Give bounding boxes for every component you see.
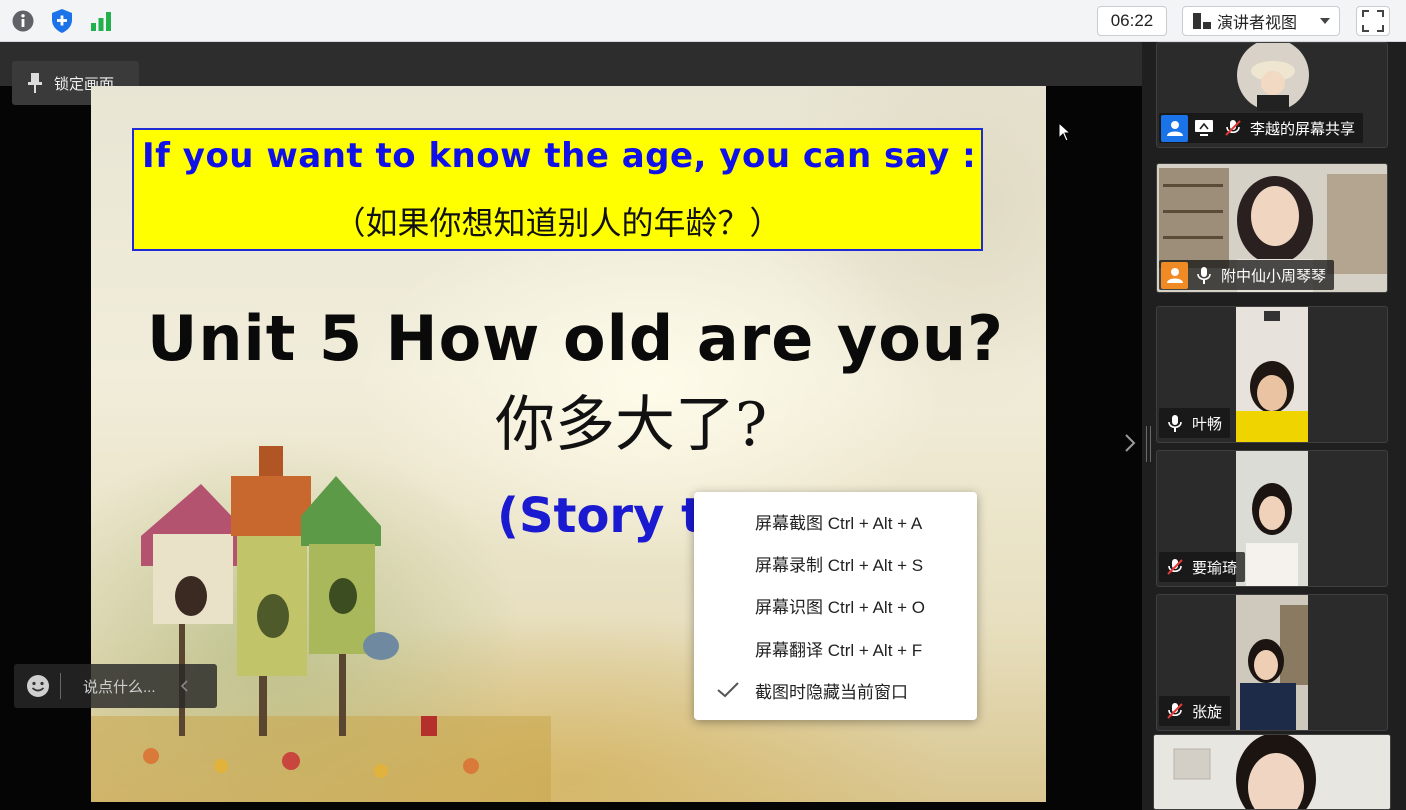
menu-item-screen-record[interactable]: 屏幕录制 Ctrl + Alt + S bbox=[694, 542, 977, 584]
emoji-icon[interactable] bbox=[26, 674, 50, 698]
chat-input-bar[interactable]: 说点什么... bbox=[14, 664, 217, 708]
avatar bbox=[1237, 43, 1309, 111]
menu-item-label: 屏幕截图 Ctrl + Alt + A bbox=[755, 513, 923, 533]
birdhouse-illustration bbox=[91, 446, 551, 802]
speaker-view-icon bbox=[1193, 13, 1211, 29]
pin-icon bbox=[28, 73, 42, 93]
chevron-right-icon[interactable] bbox=[1123, 432, 1137, 454]
participant-name-bar: 张旋 bbox=[1159, 696, 1231, 726]
slide-title: Unit 5 How old are you? bbox=[147, 302, 1005, 375]
view-mode-dropdown[interactable]: 演讲者视图 bbox=[1182, 6, 1340, 36]
mic-on-icon[interactable] bbox=[1190, 262, 1217, 289]
menu-item-label: 屏幕录制 Ctrl + Alt + S bbox=[755, 555, 924, 575]
stage-header-strip bbox=[0, 42, 1142, 86]
host-icon bbox=[1161, 114, 1188, 142]
menu-item-screenshot[interactable]: 屏幕截图 Ctrl + Alt + A bbox=[694, 500, 977, 542]
menu-item-label: 屏幕翻译 Ctrl + Alt + F bbox=[755, 640, 923, 660]
mic-on-icon[interactable] bbox=[1161, 410, 1188, 437]
menu-item-label: 截图时隐藏当前窗口 bbox=[755, 682, 908, 702]
chat-input-placeholder[interactable]: 说点什么... bbox=[83, 676, 156, 697]
participant-tile[interactable]: 附中仙小周琴琴 bbox=[1156, 163, 1388, 293]
banner-english-text: If you want to know the age, you can say… bbox=[142, 136, 977, 176]
participant-video bbox=[1236, 595, 1308, 730]
menu-item-label: 屏幕识图 Ctrl + Alt + O bbox=[755, 598, 926, 618]
mic-muted-icon[interactable] bbox=[1161, 698, 1188, 725]
banner-chinese-text: （如果你想知道别人的年龄？） bbox=[333, 204, 782, 242]
participant-video bbox=[1236, 307, 1308, 442]
participant-name: 附中仙小周琴琴 bbox=[1221, 267, 1327, 285]
participant-name-bar: 要瑜琦 bbox=[1159, 552, 1246, 582]
participant-name: 张旋 bbox=[1192, 703, 1223, 721]
security-shield-icon[interactable] bbox=[47, 6, 77, 36]
participant-name: 李越的屏幕共享 bbox=[1250, 120, 1356, 138]
chevron-left-icon[interactable] bbox=[180, 680, 188, 692]
participant-name-bar: 附中仙小周琴琴 bbox=[1159, 260, 1335, 290]
menu-item-hide-window[interactable]: 截图时隐藏当前窗口 bbox=[694, 669, 977, 711]
meeting-timer: 06:22 bbox=[1097, 6, 1167, 36]
participant-tile[interactable]: 李越的屏幕共享 bbox=[1156, 42, 1388, 148]
participant-tile[interactable]: 叶畅 bbox=[1156, 306, 1388, 443]
participant-tile[interactable]: 要瑜琦 bbox=[1156, 450, 1388, 587]
checkmark-icon bbox=[717, 682, 739, 698]
participant-name-bar: 李越的屏幕共享 bbox=[1159, 113, 1364, 143]
slide-banner: If you want to know the age, you can say… bbox=[132, 128, 983, 251]
chat-divider bbox=[60, 673, 61, 699]
screenshot-context-menu: 屏幕截图 Ctrl + Alt + A 屏幕录制 Ctrl + Alt + S … bbox=[694, 492, 977, 720]
menu-item-screen-translate[interactable]: 屏幕翻译 Ctrl + Alt + F bbox=[694, 627, 977, 669]
menu-item-screen-ocr[interactable]: 屏幕识图 Ctrl + Alt + O bbox=[694, 585, 977, 627]
mic-muted-icon[interactable] bbox=[1219, 115, 1246, 142]
network-signal-icon[interactable] bbox=[86, 6, 116, 36]
meeting-window: 06:22 演讲者视图 锁定画面 If you want to know the… bbox=[0, 0, 1406, 810]
view-mode-label: 演讲者视图 bbox=[1217, 15, 1298, 32]
mic-muted-icon[interactable] bbox=[1161, 554, 1188, 581]
fullscreen-icon bbox=[1362, 10, 1384, 32]
participant-name-bar: 叶畅 bbox=[1159, 408, 1231, 438]
mouse-cursor-icon bbox=[1058, 122, 1072, 142]
host-icon bbox=[1161, 261, 1188, 289]
chevron-down-icon bbox=[1320, 18, 1330, 24]
participant-name: 叶畅 bbox=[1192, 415, 1223, 433]
info-icon[interactable] bbox=[8, 6, 38, 36]
top-toolbar: 06:22 演讲者视图 bbox=[0, 0, 1406, 42]
participant-tile[interactable]: 张旋 bbox=[1156, 594, 1388, 731]
participant-video bbox=[1236, 451, 1308, 586]
screen-share-icon bbox=[1190, 115, 1217, 142]
panel-resize-handle[interactable] bbox=[1146, 426, 1151, 462]
participant-name: 要瑜琦 bbox=[1192, 559, 1238, 577]
participant-tile[interactable] bbox=[1153, 734, 1391, 810]
fullscreen-button[interactable] bbox=[1356, 6, 1390, 36]
participant-video bbox=[1154, 735, 1390, 809]
